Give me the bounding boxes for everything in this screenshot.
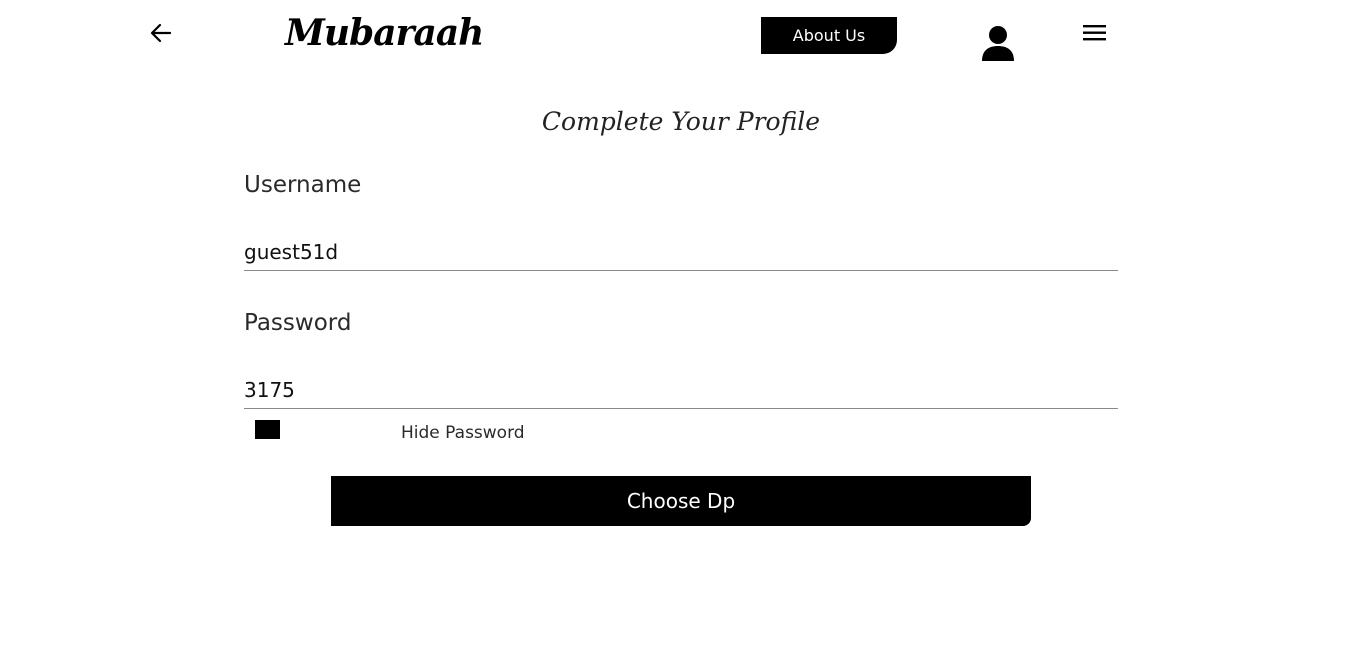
brand-logo[interactable]: Mubaraah xyxy=(285,10,484,56)
profile-page: Mubaraah About Us Complete Your Profile … xyxy=(0,0,1348,657)
hamburger-menu-icon xyxy=(1083,25,1106,41)
profile-avatar-button[interactable] xyxy=(980,24,1016,62)
about-us-button[interactable]: About Us xyxy=(761,17,897,54)
user-icon xyxy=(982,26,1014,61)
menu-button[interactable] xyxy=(1082,22,1108,44)
back-button[interactable] xyxy=(148,20,174,46)
arrow-left-icon xyxy=(150,23,172,43)
hide-password-checkbox[interactable] xyxy=(255,420,280,439)
username-label: Username xyxy=(244,172,362,198)
page-title: Complete Your Profile xyxy=(541,107,821,136)
password-input[interactable] xyxy=(244,372,1118,409)
password-label: Password xyxy=(244,310,352,336)
hide-password-label: Hide Password xyxy=(401,423,525,443)
choose-dp-button[interactable]: Choose Dp xyxy=(331,476,1031,526)
username-input[interactable] xyxy=(244,234,1118,271)
